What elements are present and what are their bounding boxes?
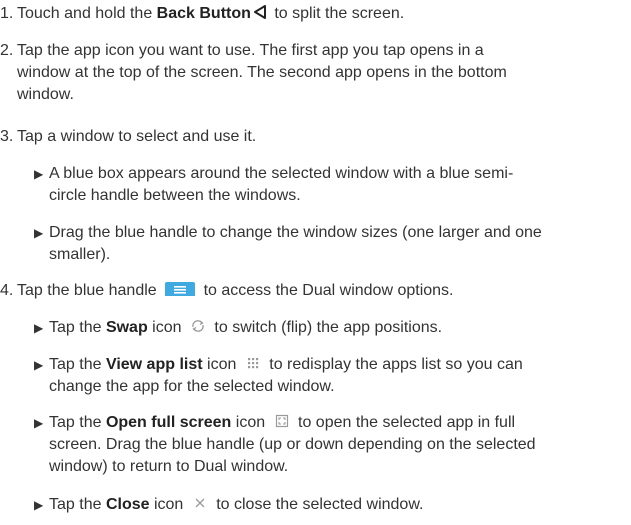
step-text: Tap the app icon you want to use. The fi… (17, 42, 507, 103)
bullet-text: Tap the Close icon to close the selected… (49, 496, 424, 513)
step-number: 4. (0, 282, 14, 299)
bullet-arrow-icon: ▶ (34, 498, 44, 512)
bullet-text: A blue box appears around the selected w… (49, 165, 514, 204)
step-number: 3. (0, 128, 14, 145)
bullet-arrow-icon: ▶ (34, 321, 44, 335)
step-text: Tap the blue handle to access the Dual w… (17, 280, 615, 302)
close-icon (195, 498, 205, 508)
swap-label: Swap (105, 319, 148, 336)
blue-handle-icon (165, 281, 196, 296)
back-button-label: Back Button (156, 5, 251, 22)
bullet-arrow-icon: ▶ (34, 416, 44, 430)
step-number: 1. (0, 5, 14, 22)
view-app-list-label: View app list (105, 356, 203, 373)
bullet-text: Drag the blue handle to change the windo… (49, 224, 542, 263)
bullet-text: Tap the Swap icon to switch (flip) the a… (49, 319, 443, 336)
bullet-arrow-icon: ▶ (34, 167, 44, 181)
bullet-arrow-icon: ▶ (34, 226, 44, 240)
swap-icon (192, 319, 204, 332)
bullet-arrow-icon: ▶ (34, 358, 44, 372)
step-number: 2. (0, 42, 14, 59)
back-triangle-icon (253, 4, 266, 19)
step-text: Touch and hold the Back Button to split … (17, 4, 405, 22)
close-label: Close (105, 496, 150, 513)
full-screen-icon (275, 414, 288, 427)
open-full-screen-label: Open full screen (105, 414, 232, 431)
bullet-text: Tap the View app list icon to redisplay … (49, 356, 523, 395)
bullet-text: Tap the Open full screen icon to open th… (49, 414, 536, 475)
step-text: Tap a window to select and use it. (17, 128, 257, 145)
app-list-icon (247, 357, 259, 368)
